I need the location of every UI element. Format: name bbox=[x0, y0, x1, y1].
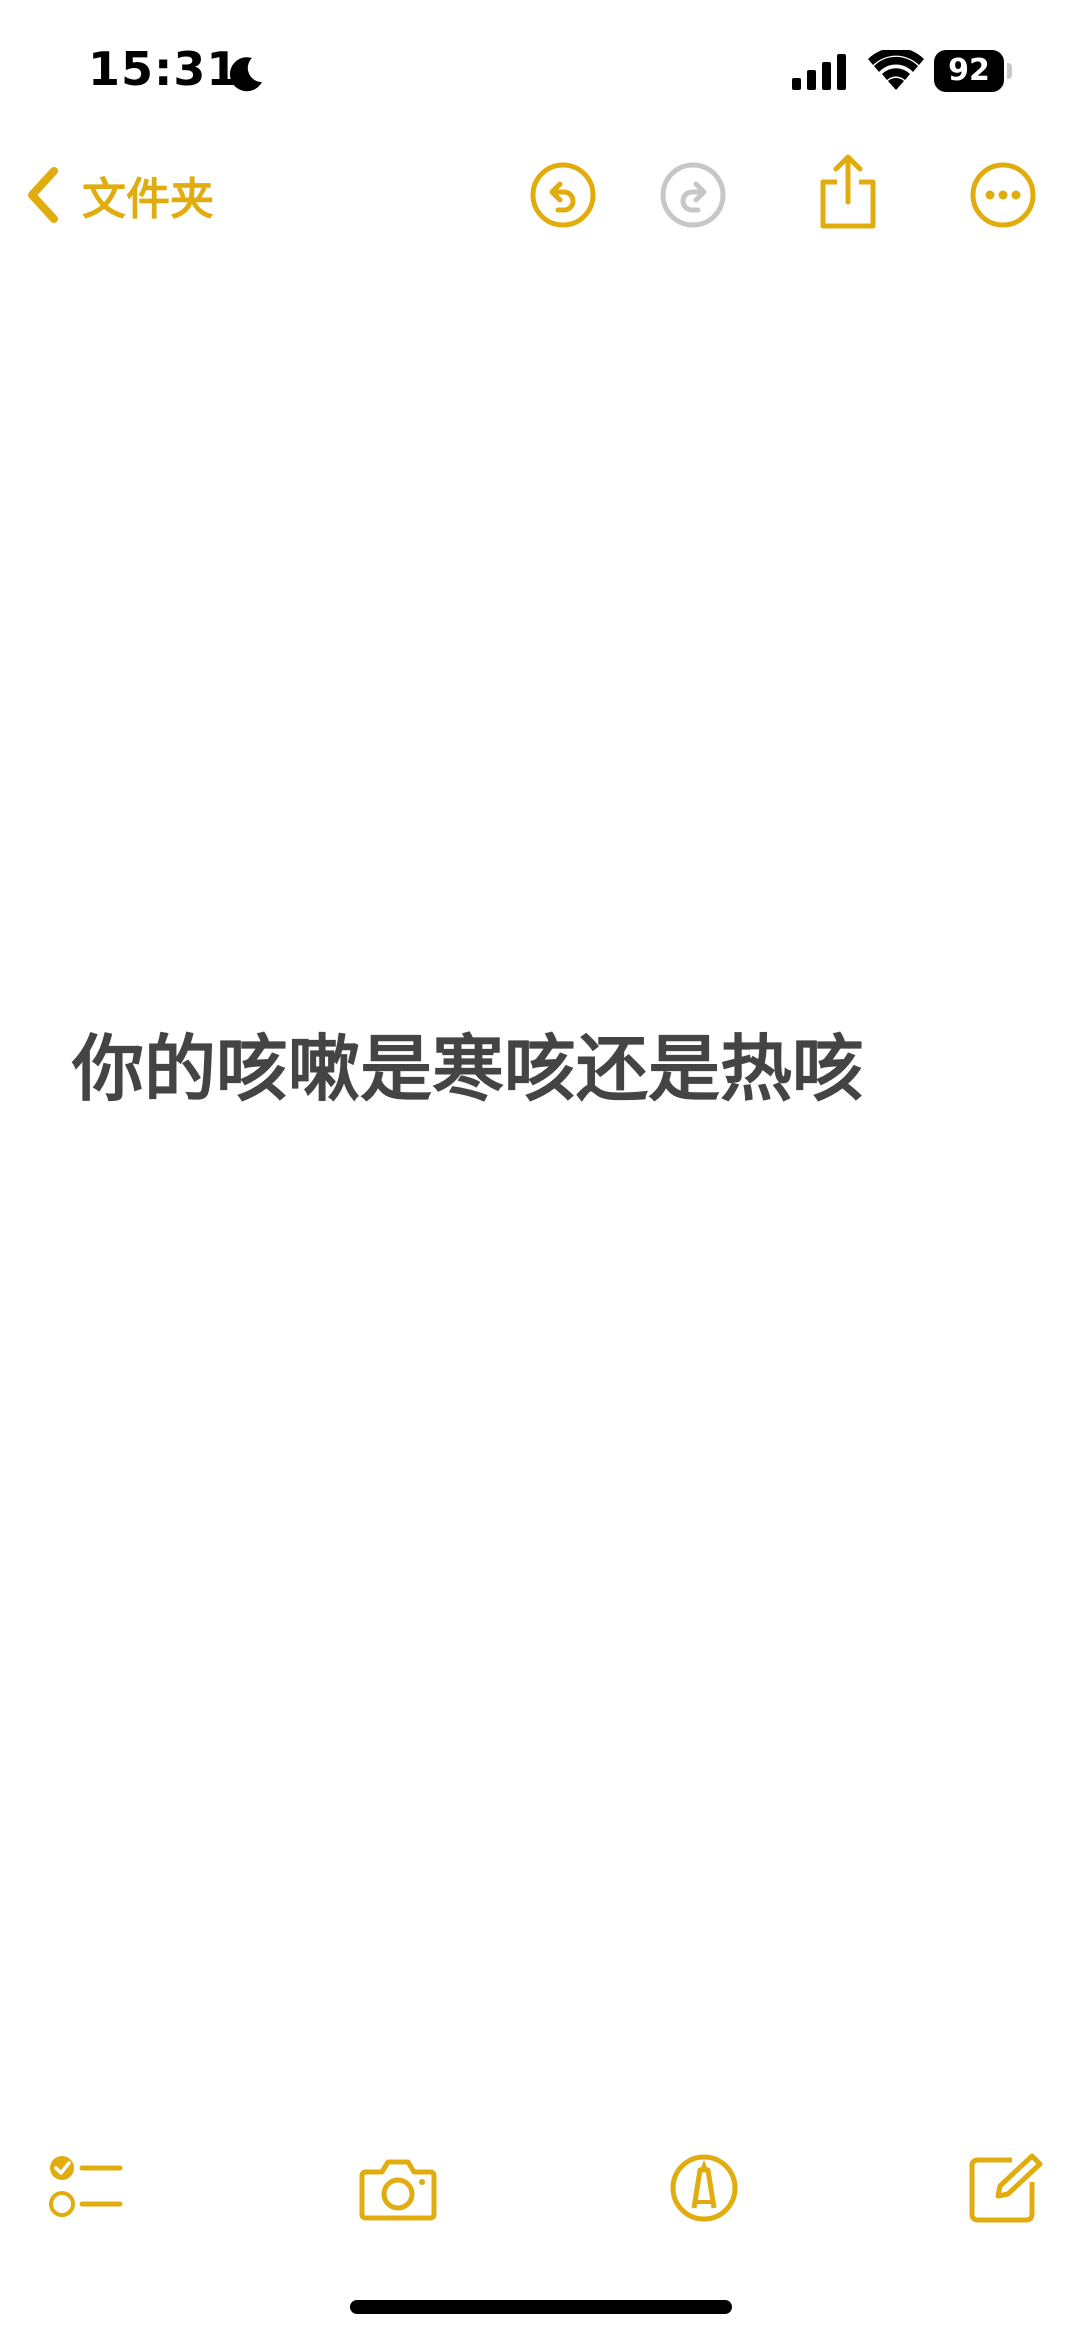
nav-bar: 文件夹 bbox=[0, 140, 1080, 250]
checklist-icon[interactable] bbox=[48, 2152, 124, 2224]
cellular-signal-icon bbox=[792, 54, 846, 90]
battery-level: 92 bbox=[934, 50, 1004, 92]
redo-icon[interactable] bbox=[658, 160, 728, 230]
back-button[interactable]: 文件夹 bbox=[20, 162, 214, 228]
home-indicator[interactable] bbox=[350, 2300, 732, 2314]
compose-icon[interactable] bbox=[966, 2152, 1046, 2224]
camera-icon[interactable] bbox=[358, 2152, 438, 2224]
status-bar: 15:31 92 bbox=[0, 0, 1080, 140]
markup-icon[interactable] bbox=[664, 2152, 744, 2224]
battery-icon: 92 bbox=[934, 50, 1014, 92]
back-label: 文件夹 bbox=[82, 174, 214, 225]
wifi-icon bbox=[868, 50, 924, 90]
moon-icon bbox=[229, 57, 262, 92]
more-icon[interactable] bbox=[968, 160, 1038, 230]
battery-tip bbox=[1007, 63, 1012, 79]
share-icon[interactable] bbox=[815, 152, 881, 232]
chevron-left-icon bbox=[28, 167, 58, 223]
bottom-toolbar bbox=[0, 2130, 1080, 2240]
status-time: 15:31 bbox=[88, 42, 240, 96]
note-body[interactable]: 你的咳嗽是寒咳还是热咳 bbox=[72, 1010, 1032, 1115]
undo-icon[interactable] bbox=[528, 160, 598, 230]
